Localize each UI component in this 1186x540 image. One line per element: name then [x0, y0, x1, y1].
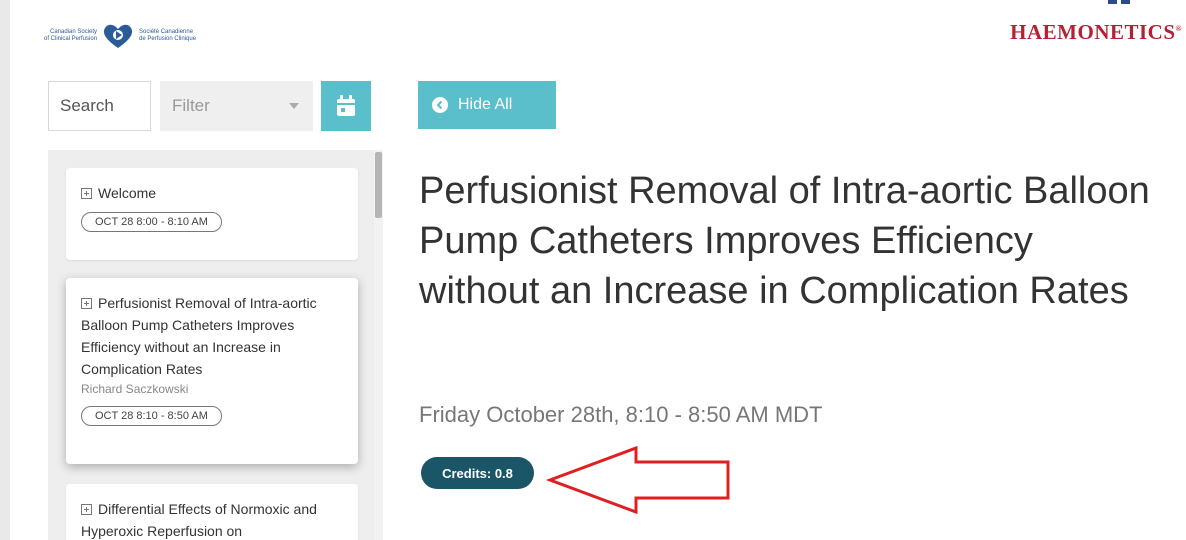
calendar-button[interactable] — [321, 81, 371, 131]
filter-select[interactable]: Filter — [160, 81, 313, 131]
left-edge-strip — [0, 0, 10, 540]
sidebar-scroll-thumb[interactable] — [375, 152, 382, 218]
csp-name-fr-2: de Perfusion Clinique — [139, 36, 197, 42]
csp-name-fr-1: Société Canadienne — [139, 29, 194, 35]
haemonetics-mark-icon — [1108, 0, 1130, 4]
search-input[interactable]: Search — [48, 81, 151, 131]
session-title: Welcome — [98, 185, 157, 201]
hide-all-label: Hide All — [458, 96, 513, 113]
session-list[interactable]: Welcome OCT 28 8:00 - 8:10 AM Perfusioni… — [48, 150, 374, 540]
csp-name-en-1: Canadian Society — [50, 29, 98, 35]
csp-heart-icon — [103, 24, 133, 48]
csp-logo[interactable]: Canadian Society of Clinical Perfusion S… — [44, 22, 196, 50]
expand-plus-icon[interactable] — [81, 298, 92, 309]
hide-all-button[interactable]: Hide All — [418, 81, 556, 129]
registered-mark: ® — [1175, 24, 1182, 33]
sponsor-name: HAEMONETICS — [1010, 20, 1176, 44]
annotation-arrow-icon — [545, 445, 730, 515]
expand-plus-icon[interactable] — [81, 188, 92, 199]
credits-badge: Credits: 0.8 — [421, 457, 534, 489]
session-title: Differential Effects of Normoxic and Hyp… — [81, 501, 317, 539]
session-speaker: Richard Saczkowski — [81, 382, 189, 396]
calendar-icon — [337, 95, 355, 116]
list-item[interactable]: Differential Effects of Normoxic and Hyp… — [66, 484, 358, 540]
expand-plus-icon[interactable] — [81, 504, 92, 515]
session-date: Friday October 28th, 8:10 - 8:50 AM MDT — [419, 402, 823, 427]
chevron-down-icon — [289, 103, 299, 109]
chevron-left-circle-icon — [432, 97, 448, 113]
filter-label: Filter — [172, 96, 210, 115]
list-item[interactable]: Welcome OCT 28 8:00 - 8:10 AM — [66, 168, 358, 260]
page-title: Perfusionist Removal of Intra-aortic Bal… — [419, 170, 1150, 312]
list-item-selected[interactable]: Perfusionist Removal of Intra-aortic Bal… — [66, 278, 358, 464]
session-time-badge: OCT 28 8:00 - 8:10 AM — [81, 212, 222, 232]
session-time-badge: OCT 28 8:10 - 8:50 AM — [81, 406, 222, 426]
haemonetics-logo[interactable]: HAEMONETICS® — [1010, 20, 1182, 45]
csp-name-en-2: of Clinical Perfusion — [44, 36, 98, 42]
session-title: Perfusionist Removal of Intra-aortic Bal… — [81, 295, 317, 377]
